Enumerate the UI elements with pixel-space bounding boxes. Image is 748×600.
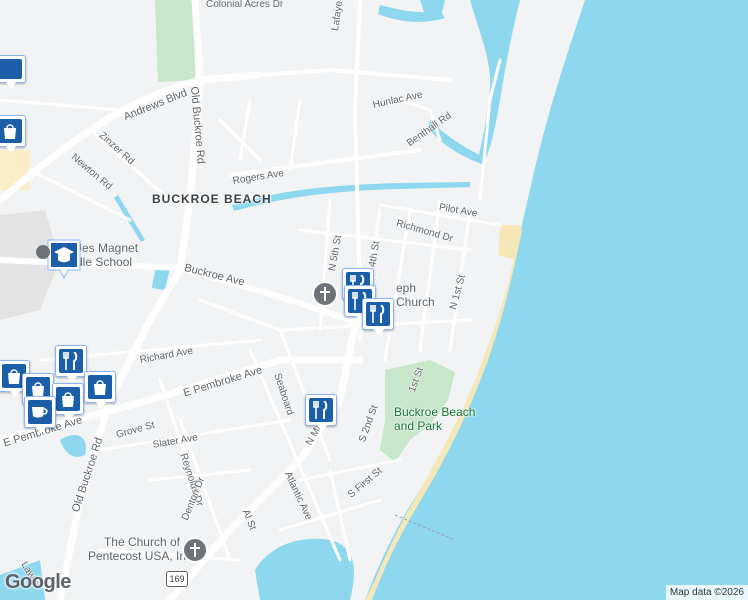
- shopping-pin[interactable]: [52, 383, 84, 421]
- park-label: Buckroe Beach and Park: [394, 405, 476, 433]
- church-pin[interactable]: [182, 537, 208, 563]
- church-label: The Church of Pentecost USA, Inc.: [88, 535, 195, 563]
- church-label: eph Church: [396, 281, 435, 309]
- shopping-pin[interactable]: [0, 115, 26, 153]
- school-pin[interactable]: [46, 238, 81, 280]
- route-169-shield: 169: [166, 571, 188, 587]
- fork-knife-icon: [63, 352, 78, 370]
- road-label: Colonial Acres Dr: [206, 0, 284, 10]
- google-logo: Google: [5, 571, 71, 593]
- restaurant-pin[interactable]: [305, 394, 337, 432]
- shopping-bag-icon: [62, 392, 74, 407]
- shopping-pin[interactable]: [84, 371, 116, 409]
- restaurant-pin[interactable]: [362, 298, 394, 336]
- fork-knife-icon: [313, 401, 328, 419]
- school-label: Jes Magnet dle School: [76, 241, 139, 269]
- school-grey-dot: [36, 245, 50, 259]
- cross-icon: [320, 287, 330, 301]
- fork-knife-icon: [370, 305, 385, 323]
- map-attribution[interactable]: Map data ©2026: [665, 585, 748, 600]
- shopping-bag-icon: [32, 382, 44, 397]
- cafe-pin[interactable]: [24, 396, 56, 434]
- coffee-cup-icon: [32, 407, 48, 418]
- church-pin[interactable]: [312, 281, 338, 307]
- restaurant-pin[interactable]: [55, 345, 87, 383]
- map-canvas[interactable]: Colonial Acres Dr Lafaye Andrews Blvd Ol…: [0, 0, 748, 600]
- shopping-bag-icon: [94, 380, 106, 395]
- shopping-pin[interactable]: [0, 55, 26, 89]
- shopping-bag-icon: [8, 369, 20, 384]
- graduation-cap-icon: [47, 239, 81, 280]
- cross-icon: [190, 543, 200, 557]
- neighborhood-label: BUCKROE BEACH: [152, 192, 272, 206]
- shopping-bag-icon: [4, 124, 16, 139]
